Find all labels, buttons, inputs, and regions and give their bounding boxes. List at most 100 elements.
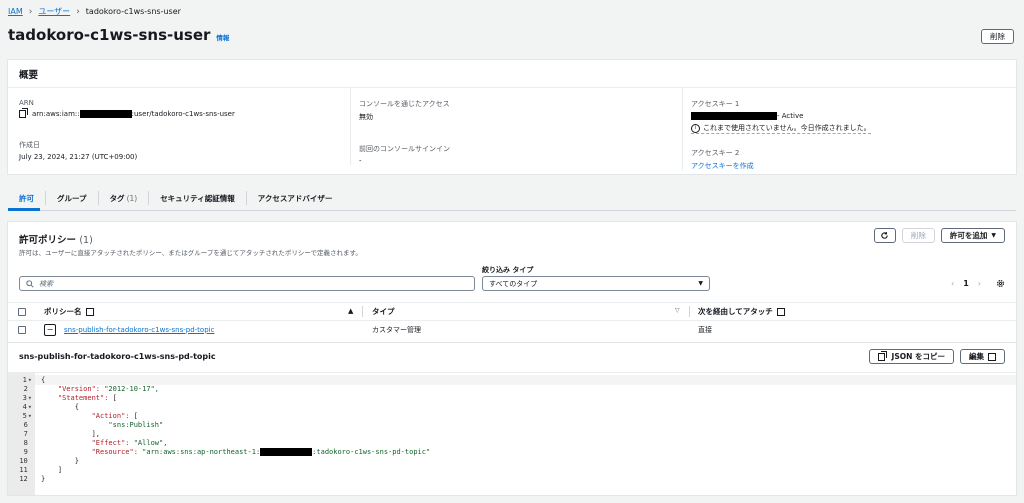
- sort-icon[interactable]: ▽: [675, 307, 680, 314]
- code-key: "Resource":: [41, 448, 143, 456]
- summary-panel: 概要 ARN arn:aws:iam:: :user/tadokoro-c1ws…: [8, 60, 1016, 174]
- delete-user-button[interactable]: 削除: [981, 29, 1014, 44]
- sort-ascending-icon[interactable]: ▲: [348, 307, 353, 315]
- column-type[interactable]: タイプ: [372, 303, 395, 320]
- line-number: 6: [23, 421, 32, 429]
- tab-groups[interactable]: グループ: [46, 191, 99, 205]
- copy-icon: [877, 350, 887, 361]
- column-type-label: タイプ: [372, 307, 395, 316]
- redacted-account-id: [260, 448, 313, 456]
- code-line: }: [41, 475, 46, 483]
- last-signin-value: -: [359, 157, 362, 165]
- summary-title: 概要: [8, 60, 1016, 88]
- caret-down-icon: ▼: [991, 232, 996, 239]
- summary-column-arn: ARN arn:aws:iam:: :user/tadokoro-c1ws-sn…: [19, 88, 349, 161]
- search-placeholder: 検索: [39, 279, 53, 288]
- code-line: ]: [41, 466, 63, 474]
- tab-count: (1): [126, 193, 138, 203]
- prev-page-icon[interactable]: ‹: [951, 279, 954, 288]
- edit-policy-label: 編集: [969, 352, 984, 361]
- tab-label: アクセスアドバイザー: [257, 193, 333, 203]
- chevron-right-icon: ›: [76, 6, 80, 17]
- access-key-1-status: - Active: [777, 112, 804, 120]
- breadcrumb-users-link[interactable]: ユーザー: [38, 6, 70, 17]
- redacted-access-key: [691, 112, 777, 120]
- code-line: "Statement": [: [41, 394, 117, 402]
- code-key: "Effect":: [41, 439, 134, 447]
- code-line: {: [41, 403, 79, 411]
- console-access-value: 無効: [359, 113, 373, 121]
- access-key-1-note-text: これまで使用されていません。今日作成されました。: [703, 124, 871, 132]
- tab-label: セキュリティ認証情報: [160, 193, 235, 203]
- breadcrumb-current: tadokoro-c1ws-sns-user: [85, 7, 181, 16]
- permissions-actions: 削除 許可を追加 ▼: [873, 228, 1005, 243]
- code-line: "Resource": "arn:aws:sns:ap-northeast-1:…: [41, 448, 430, 456]
- column-attached-via[interactable]: 次を経由してアタッチ: [698, 303, 785, 320]
- row-checkbox[interactable]: [18, 326, 26, 334]
- code-key: "Action":: [41, 412, 134, 420]
- summary-column-keys: アクセスキー 1 - Active i これまで使用されていません。今日作成され…: [682, 88, 1013, 171]
- gear-icon[interactable]: [996, 279, 1005, 288]
- line-number: 5▾: [22, 412, 32, 420]
- collapse-icon[interactable]: −: [44, 323, 56, 336]
- next-page-icon[interactable]: ›: [978, 279, 981, 288]
- access-key-1-note: i これまで使用されていません。今日作成されました。: [691, 123, 871, 134]
- current-page[interactable]: 1: [963, 279, 969, 288]
- code-punct: [: [133, 412, 138, 420]
- tab-security-credentials[interactable]: セキュリティ認証情報: [149, 191, 247, 205]
- edit-policy-button[interactable]: 編集: [960, 349, 1005, 364]
- external-link-icon: [85, 307, 94, 316]
- policy-name-link[interactable]: sns-publish-for-tadokoro-c1ws-sns-pd-top…: [64, 326, 214, 334]
- create-access-key-link[interactable]: アクセスキーを作成: [691, 161, 1013, 171]
- external-link-icon: [988, 352, 996, 361]
- column-divider: [362, 306, 363, 317]
- policy-search-input[interactable]: 検索: [19, 276, 475, 291]
- select-all-checkbox[interactable]: [18, 308, 26, 316]
- tab-label: グループ: [57, 193, 87, 203]
- filter-type-select[interactable]: すべてのタイプ ▼: [482, 276, 710, 291]
- tab-tags[interactable]: タグ (1): [99, 191, 150, 205]
- table-row: − sns-publish-for-tadokoro-c1ws-sns-pd-t…: [8, 320, 1016, 339]
- policy-detail-actions: JSON をコピー 編集: [868, 349, 1005, 364]
- column-divider: [689, 306, 690, 317]
- active-tab-indicator: [8, 208, 40, 211]
- tab-permissions[interactable]: 許可: [8, 191, 46, 205]
- line-number: 1▾: [22, 376, 32, 384]
- tab-label: 許可: [19, 193, 34, 203]
- breadcrumb-iam-link[interactable]: IAM: [8, 7, 23, 16]
- tab-bar: 許可 グループ タグ (1) セキュリティ認証情報 アクセスアドバイザー: [8, 186, 1016, 211]
- filter-type-value: すべてのタイプ: [489, 279, 538, 288]
- arn-prefix: arn:aws:iam::: [32, 110, 80, 118]
- policy-json-editor[interactable]: 1▾ 2 3▾ 4▾ 5▾ 6 7 8 9 10 11 12 { "Versio…: [8, 372, 1016, 495]
- code-line: "Effect": "Allow",: [41, 439, 168, 447]
- code-string: "arn:aws:sns:ap-northeast-1:: [142, 448, 261, 456]
- code-string: :tadokoro-c1ws-sns-pd-topic": [312, 448, 431, 456]
- tab-access-advisor[interactable]: アクセスアドバイザー: [247, 191, 344, 205]
- refresh-button[interactable]: [873, 228, 896, 243]
- line-number: 9: [23, 448, 32, 456]
- info-link[interactable]: 情報: [216, 32, 229, 42]
- column-policy-name[interactable]: ポリシー名: [44, 303, 94, 320]
- copy-icon[interactable]: [19, 108, 28, 118]
- caret-down-icon: ▼: [698, 280, 703, 287]
- code-line: "sns:Publish": [41, 421, 164, 429]
- copy-json-button[interactable]: JSON をコピー: [868, 349, 954, 364]
- access-key-2-label: アクセスキー 2: [691, 149, 740, 157]
- code-line: "Version": "2012-10-17",: [41, 385, 159, 393]
- code-punct: [: [112, 394, 117, 402]
- arn-value: arn:aws:iam:: :user/tadokoro-c1ws-sns-us…: [19, 108, 349, 118]
- add-permissions-label: 許可を追加: [949, 231, 988, 240]
- line-number: 4▾: [22, 403, 32, 411]
- remove-policy-button[interactable]: 削除: [901, 228, 935, 243]
- permissions-title-text: 許可ポリシー: [19, 235, 77, 246]
- policy-table-header: ポリシー名 ▲ タイプ ▽ 次を経由してアタッチ: [8, 302, 1016, 321]
- arn-suffix: :user/tadokoro-c1ws-sns-user: [131, 110, 235, 118]
- code-string: "2012-10-17",: [104, 385, 160, 393]
- code-key: "Statement":: [41, 394, 113, 402]
- policy-attached-via-cell: 直接: [698, 325, 712, 334]
- summary-column-console: コンソールを通じたアクセス 無効 前回のコンソールサインイン -: [350, 88, 681, 165]
- refresh-icon: [881, 232, 889, 239]
- copy-json-label: JSON をコピー: [891, 352, 945, 361]
- add-permissions-button[interactable]: 許可を追加 ▼: [940, 228, 1005, 243]
- search-icon: [26, 279, 34, 288]
